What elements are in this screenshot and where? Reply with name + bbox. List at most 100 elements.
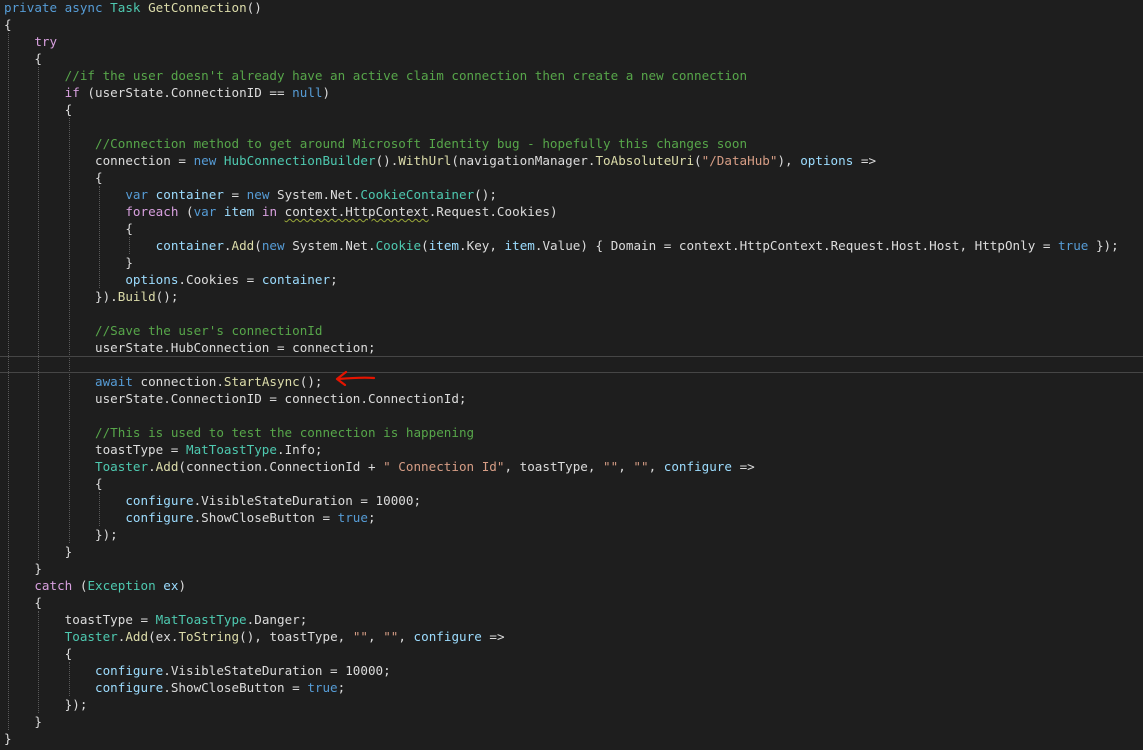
code-token-keyword: var bbox=[125, 187, 156, 202]
code-token-plain: }); bbox=[4, 527, 118, 542]
code-token-string: "" bbox=[352, 629, 369, 644]
code-line[interactable]: configure.ShowCloseButton = true; bbox=[0, 679, 1143, 696]
code-token-plain: ; bbox=[367, 510, 376, 525]
code-line[interactable]: //This is used to test the connection is… bbox=[0, 424, 1143, 441]
code-token-plain: .VisibleStateDuration = 10000; bbox=[193, 493, 422, 508]
code-token-type: Exception bbox=[87, 578, 156, 593]
code-token-plain: (); bbox=[474, 187, 497, 202]
code-token-plain: (connection.ConnectionId + bbox=[178, 459, 384, 474]
code-line[interactable]: connection = new HubConnectionBuilder().… bbox=[0, 152, 1143, 169]
code-line[interactable]: Toaster.Add(ex.ToString(), toastType, ""… bbox=[0, 628, 1143, 645]
code-token-local: item bbox=[428, 238, 460, 253]
code-token-plain: . bbox=[223, 238, 232, 253]
code-line[interactable]: { bbox=[0, 101, 1143, 118]
code-token-keyword: new bbox=[261, 238, 293, 253]
code-line[interactable] bbox=[0, 118, 1143, 135]
code-line[interactable]: }); bbox=[0, 696, 1143, 713]
code-line[interactable]: { bbox=[0, 475, 1143, 492]
code-line[interactable]: }); bbox=[0, 526, 1143, 543]
code-editor[interactable]: private async Task GetConnection(){ try … bbox=[0, 0, 1143, 750]
code-line[interactable]: { bbox=[0, 16, 1143, 33]
code-token-plain: (); bbox=[299, 374, 323, 389]
code-line[interactable]: userState.ConnectionID = connection.Conn… bbox=[0, 390, 1143, 407]
code-line[interactable]: toastType = MatToastType.Info; bbox=[0, 441, 1143, 458]
code-line[interactable]: //if the user doesn't already have an ac… bbox=[0, 67, 1143, 84]
code-token-plain: . bbox=[148, 459, 156, 474]
code-line[interactable]: { bbox=[0, 50, 1143, 67]
code-line[interactable]: userState.HubConnection = connection; bbox=[0, 339, 1143, 356]
code-token-local: item bbox=[223, 204, 255, 219]
code-token-type: HubConnectionBuilder bbox=[223, 153, 376, 168]
code-token-plain: userState.ConnectionID = connection.Conn… bbox=[4, 391, 467, 406]
code-token-string: "" bbox=[383, 629, 399, 644]
code-line[interactable] bbox=[0, 407, 1143, 424]
code-line[interactable]: } bbox=[0, 730, 1143, 747]
code-token-plain: .ShowCloseButton = bbox=[163, 680, 308, 695]
code-line[interactable]: } bbox=[0, 543, 1143, 560]
code-token-plain: ( bbox=[72, 578, 88, 593]
code-token-method: Add bbox=[231, 238, 255, 253]
code-line[interactable]: }).Build(); bbox=[0, 288, 1143, 305]
code-line[interactable]: } bbox=[0, 713, 1143, 730]
code-token-plain: } bbox=[4, 544, 73, 559]
code-token-plain: } bbox=[4, 714, 42, 729]
code-line[interactable]: { bbox=[0, 645, 1143, 662]
code-line[interactable]: //Save the user's connectionId bbox=[0, 322, 1143, 339]
code-line[interactable]: { bbox=[0, 169, 1143, 186]
code-line[interactable]: container.Add(new System.Net.Cookie(item… bbox=[0, 237, 1143, 254]
code-line[interactable]: configure.VisibleStateDuration = 10000; bbox=[0, 662, 1143, 679]
code-line[interactable]: { bbox=[0, 594, 1143, 611]
code-token-plain: .Request.Cookies) bbox=[428, 204, 558, 219]
code-line[interactable]: { bbox=[0, 220, 1143, 237]
code-line[interactable]: //Connection method to get around Micros… bbox=[0, 135, 1143, 152]
code-line[interactable]: foreach (var item in context.HttpContext… bbox=[0, 203, 1143, 220]
code-token-param: options bbox=[800, 153, 854, 168]
code-token-plain: (ex. bbox=[148, 629, 179, 644]
code-line[interactable]: var container = new System.Net.CookieCon… bbox=[0, 186, 1143, 203]
code-token-plain: connection = bbox=[4, 153, 194, 168]
code-token-type: CookieContainer bbox=[360, 187, 475, 202]
code-line[interactable]: configure.ShowCloseButton = true; bbox=[0, 509, 1143, 526]
code-token-comment: //if the user doesn't already have an ac… bbox=[64, 68, 748, 83]
code-line[interactable]: catch (Exception ex) bbox=[0, 577, 1143, 594]
code-line[interactable]: configure.VisibleStateDuration = 10000; bbox=[0, 492, 1143, 509]
code-token-plain: userState.HubConnection = connection; bbox=[4, 340, 376, 355]
code-token-local: item bbox=[504, 238, 535, 253]
code-line[interactable]: private async Task GetConnection() bbox=[0, 0, 1143, 16]
code-line[interactable]: } bbox=[0, 560, 1143, 577]
code-token-type: MatToastType bbox=[185, 442, 277, 457]
code-token-plain: } bbox=[4, 731, 12, 746]
code-line[interactable]: toastType = MatToastType.Danger; bbox=[0, 611, 1143, 628]
code-token-plain: { bbox=[4, 51, 42, 66]
code-line[interactable]: if (userState.ConnectionID == null) bbox=[0, 84, 1143, 101]
code-token-plain: { bbox=[4, 595, 42, 610]
code-token-plain: { bbox=[4, 102, 73, 117]
code-token-plain: (navigationManager. bbox=[451, 153, 596, 168]
code-token-plain: ) bbox=[322, 85, 331, 100]
code-line[interactable]: } bbox=[0, 254, 1143, 271]
code-token-plain: ; bbox=[337, 680, 346, 695]
code-token-plain: => bbox=[481, 629, 505, 644]
code-token-plain: ), bbox=[777, 153, 801, 168]
code-token-plain: { bbox=[4, 170, 103, 185]
code-line[interactable]: await connection.StartAsync(); bbox=[0, 373, 1143, 390]
code-token-param: configure bbox=[663, 459, 732, 474]
current-code-line[interactable] bbox=[0, 356, 1143, 373]
code-line[interactable] bbox=[0, 305, 1143, 322]
code-token-plain: => bbox=[731, 459, 755, 474]
code-line[interactable]: Toaster.Add(connection.ConnectionId + " … bbox=[0, 458, 1143, 475]
code-token-plain: ) bbox=[178, 578, 187, 593]
code-token-control: foreach bbox=[125, 204, 179, 219]
code-line[interactable]: options.Cookies = container; bbox=[0, 271, 1143, 288]
code-line[interactable]: try bbox=[0, 33, 1143, 50]
